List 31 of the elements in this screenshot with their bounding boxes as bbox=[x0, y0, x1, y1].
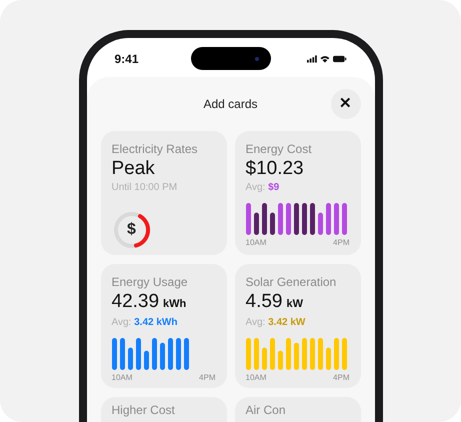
card-value: 42.39 kWh bbox=[112, 290, 188, 314]
card-title: Energy Usage bbox=[112, 275, 189, 290]
sheet-title: Add cards bbox=[203, 96, 258, 113]
card-title: Solar Generation bbox=[246, 275, 338, 290]
card-value: Peak bbox=[112, 157, 156, 181]
battery-icon bbox=[333, 54, 346, 62]
card-title: Air Con bbox=[246, 403, 287, 418]
status-time: 9:41 bbox=[114, 50, 140, 68]
card[interactable]: Electricity Rates Peak Until 10:00 PM $ bbox=[100, 131, 226, 255]
axis-label: 10AM bbox=[246, 237, 266, 249]
signal-icon bbox=[306, 54, 318, 62]
axis-label: 4PM bbox=[333, 237, 350, 249]
average-label: Avg: 3.42 kWh bbox=[112, 316, 178, 329]
average-label: Avg: $9 bbox=[246, 181, 280, 194]
card-subtitle: Until 10:00 PM bbox=[112, 181, 178, 194]
axis-label: 10AM bbox=[112, 372, 132, 384]
card[interactable]: Solar Generation 4.59 kW Avg: 3.42 kW 10AM 4PM bbox=[234, 264, 360, 388]
close-button[interactable]: ✕ bbox=[330, 89, 360, 119]
wifi-icon bbox=[320, 54, 330, 62]
card-value: 4.59 kW bbox=[246, 290, 304, 314]
dollar-sign-icon: $ bbox=[127, 218, 136, 242]
average-label: Avg: 3.42 kW bbox=[246, 316, 306, 329]
card-title: Higher Cost bbox=[112, 403, 176, 418]
axis-label: 4PM bbox=[199, 372, 216, 384]
card-value: $10.23 bbox=[246, 157, 305, 181]
card[interactable]: Energy Cost $10.23 Avg: $9 10AM 4PM bbox=[234, 131, 360, 255]
card-title: Energy Cost bbox=[246, 142, 313, 157]
card[interactable]: Energy Usage 42.39 kWh Avg: 3.42 kWh 10AM 4PM bbox=[100, 264, 226, 388]
axis-label: 10AM bbox=[246, 372, 266, 384]
card-title: Electricity Rates bbox=[112, 142, 199, 157]
axis-label: 4PM bbox=[333, 372, 350, 384]
